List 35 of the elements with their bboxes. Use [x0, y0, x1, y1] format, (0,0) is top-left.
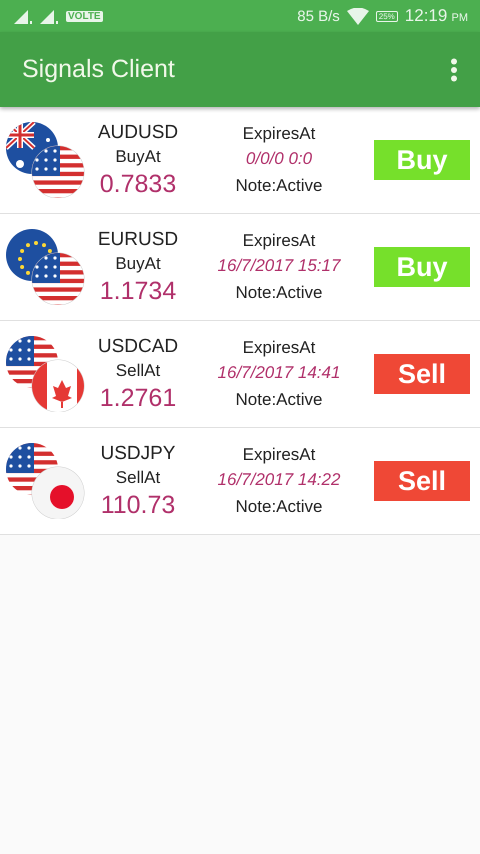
signal-icon [40, 8, 60, 24]
note-text: Note:Active [236, 497, 322, 517]
battery-icon: 25% [376, 10, 398, 22]
signal-icon [14, 8, 34, 24]
note-text: Note:Active [236, 283, 322, 303]
currency-pair: USDCAD [98, 336, 178, 358]
price-label: BuyAt [115, 146, 161, 166]
currency-pair: USDJPY [100, 442, 176, 464]
network-speed: 85 B/s [297, 8, 340, 24]
expiry-time: 16/7/2017 15:17 [218, 256, 340, 276]
app-title: Signals Client [22, 55, 176, 84]
price-value: 110.73 [100, 490, 176, 520]
expires-label: ExpiresAt [242, 338, 316, 358]
more-options-icon[interactable] [450, 58, 458, 82]
expires-label: ExpiresAt [242, 124, 316, 144]
note-text: Note:Active [236, 390, 322, 410]
price-label: BuyAt [115, 254, 161, 274]
sell-button[interactable]: Sell [374, 461, 470, 501]
currency-pair: AUDUSD [98, 122, 178, 144]
expires-label: ExpiresAt [242, 231, 316, 251]
price-label: SellAt [116, 360, 160, 380]
wifi-icon [346, 8, 369, 24]
price-value: 1.2761 [100, 384, 176, 412]
note-text: Note:Active [236, 176, 322, 196]
price-label: SellAt [116, 468, 160, 488]
clock: 12:19 PM [404, 6, 468, 26]
expiry-time: 0/0/0 0:0 [246, 149, 312, 169]
price-value: 1.1734 [100, 276, 176, 306]
expires-label: ExpiresAt [242, 445, 316, 465]
expiry-time: 16/7/2017 14:22 [218, 470, 340, 490]
currency-pair: EURUSD [98, 228, 178, 250]
expiry-time: 16/7/2017 14:41 [218, 363, 340, 383]
sell-button[interactable]: Sell [374, 354, 470, 394]
price-value: 0.7833 [100, 170, 176, 198]
network-type: VOLTE [66, 10, 103, 22]
